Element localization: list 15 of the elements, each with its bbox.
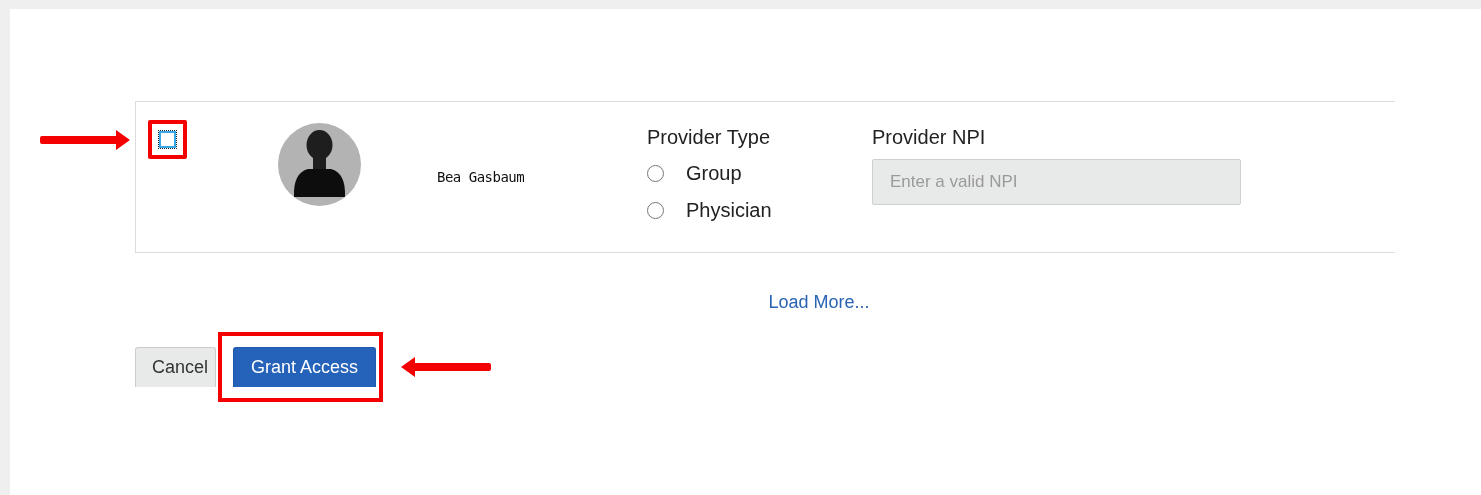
annotation-arrow-icon bbox=[401, 356, 492, 378]
user-name: Bea Gasbaum bbox=[437, 169, 526, 185]
grant-access-button[interactable]: Grant Access bbox=[233, 347, 377, 387]
avatar-icon bbox=[278, 123, 361, 206]
radio-button[interactable] bbox=[647, 165, 664, 182]
provider-type-label: Provider Type bbox=[647, 125, 772, 149]
radio-label: Physician bbox=[686, 199, 772, 222]
load-more-link[interactable]: Load More... bbox=[768, 292, 870, 313]
radio-button[interactable] bbox=[647, 202, 664, 219]
radio-label: Group bbox=[686, 162, 742, 185]
select-checkbox[interactable] bbox=[159, 131, 176, 148]
provider-npi-label: Provider NPI bbox=[872, 125, 987, 149]
annotation-arrow-icon bbox=[40, 128, 130, 151]
cancel-button[interactable]: Cancel bbox=[135, 347, 217, 387]
npi-input-field[interactable]: Enter a valid NPI bbox=[872, 159, 1241, 205]
